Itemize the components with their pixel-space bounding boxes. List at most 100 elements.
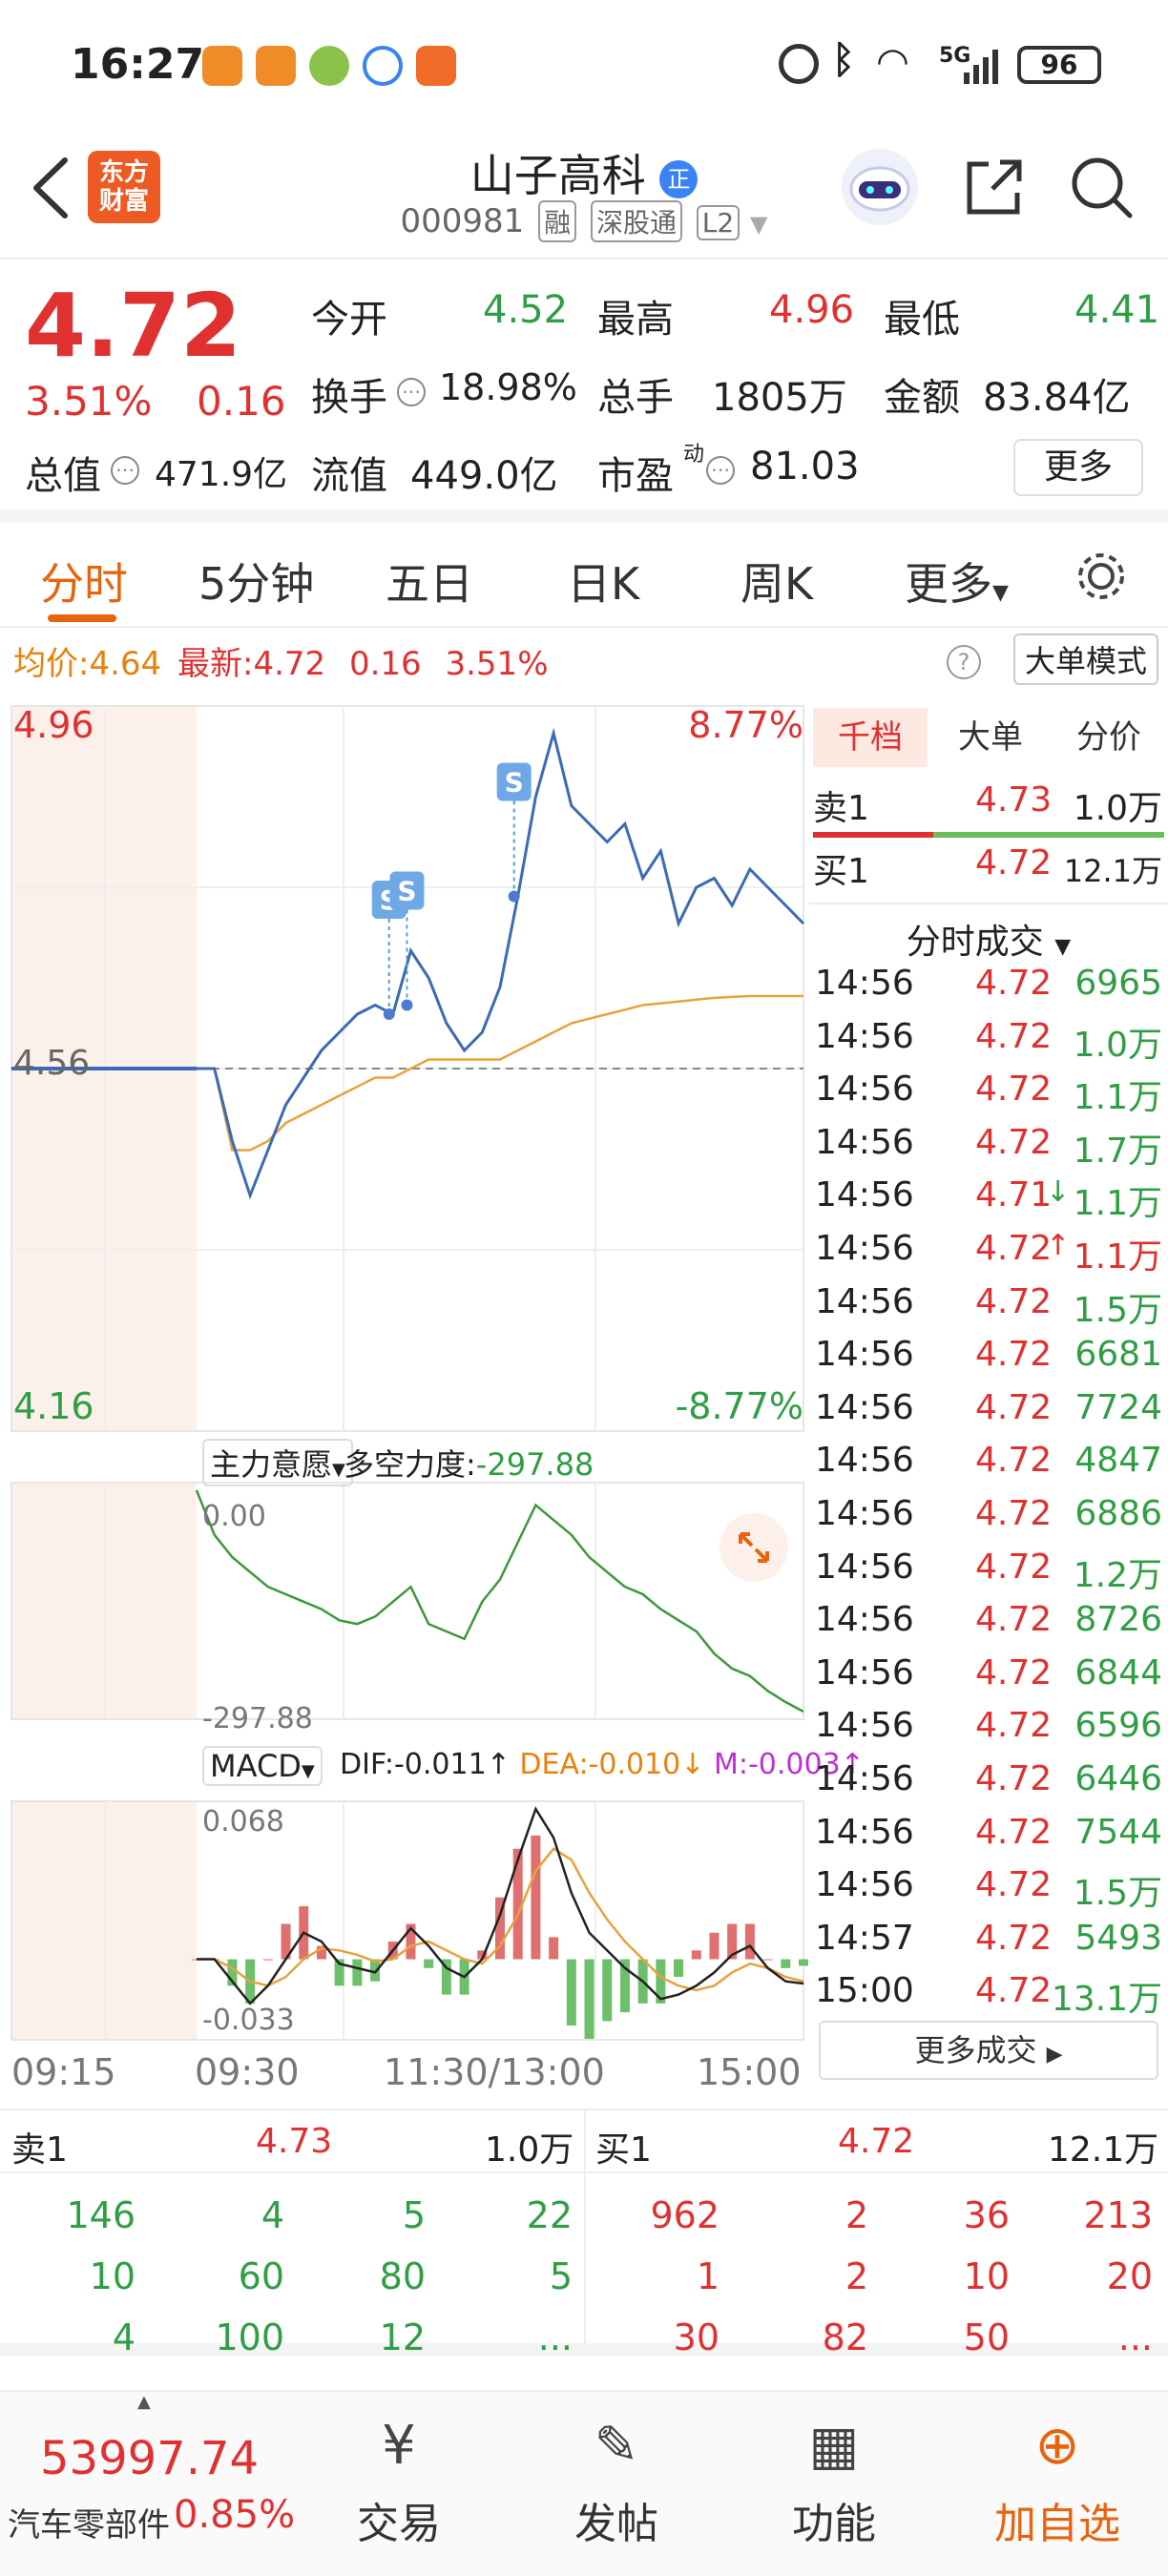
latest-change: 0.16 xyxy=(348,645,422,683)
bid-volume: 12.1万 xyxy=(1063,853,1162,889)
queue-ask-volume: 1.0万 xyxy=(485,2130,574,2170)
latest-pct: 3.51% xyxy=(445,645,549,683)
indicator-selector[interactable]: 主力意愿▼ xyxy=(202,1439,353,1486)
macd-bottom-label: -0.033 xyxy=(202,2004,295,2037)
ind-top-label: 0.00 xyxy=(202,1500,266,1533)
float-cap-value: 449.0亿 xyxy=(410,454,558,498)
index-ticker[interactable]: ▲ 53997.74 汽车零部件 0.85% xyxy=(0,2392,295,2573)
trade-price: 4.72 xyxy=(975,1547,1053,1587)
trade-time: 14:56 xyxy=(815,1441,914,1481)
force-value-row: 多空力度:-297.88 xyxy=(344,1441,594,1485)
ask-queue-cell: 60 xyxy=(238,2255,284,2297)
bid-queue-cell: 50 xyxy=(963,2316,1010,2358)
nav-add-label: 加自选 xyxy=(994,2500,1120,2548)
trade-price: 4.72 xyxy=(975,1016,1053,1056)
bid-ratio-bar xyxy=(933,832,1164,838)
chevron-down-icon[interactable]: ▼ xyxy=(750,211,767,238)
arrow-up-icon: ↑ xyxy=(486,1748,511,1781)
trade-volume: 1.2万 xyxy=(1073,1555,1162,1595)
tab-more[interactable]: 更多▼ xyxy=(905,550,1009,613)
open-value: 4.52 xyxy=(483,288,569,332)
help-icon[interactable]: ? xyxy=(947,645,981,679)
grid-icon: ▦ xyxy=(808,2415,860,2477)
pe-superscript: 动 xyxy=(683,443,705,467)
trade-time: 14:56 xyxy=(815,1335,914,1375)
trade-volume: 7544 xyxy=(1074,1812,1162,1852)
turnover-label: 换手 xyxy=(311,376,387,420)
nav-trade[interactable]: ¥ 交易 xyxy=(313,2411,485,2550)
info-icon[interactable]: ⋯ xyxy=(111,456,139,485)
tab-level-1000[interactable]: 千档 xyxy=(813,708,928,767)
margin-tag: 融 xyxy=(538,200,577,242)
trade-volume: 8726 xyxy=(1074,1600,1162,1640)
trade-price: 4.72 xyxy=(975,1600,1053,1640)
trade-row: 14:56 4.72 7724 xyxy=(809,1388,1168,1442)
trade-price: 4.71 xyxy=(975,1175,1053,1215)
ask-queue-cell: 22 xyxy=(526,2194,573,2236)
ask-queue-cell: 5 xyxy=(402,2194,426,2236)
bid-queue-cell: 30 xyxy=(673,2316,720,2358)
y-mid-label: 4.56 xyxy=(13,1044,91,1083)
trade-time: 14:56 xyxy=(815,1175,914,1215)
trade-volume: 6965 xyxy=(1074,964,1162,1003)
macd-bar xyxy=(762,1959,773,1961)
tab-price-dist[interactable]: 分价 xyxy=(1052,708,1166,767)
ask-ratio-bar xyxy=(813,832,933,838)
info-icon[interactable]: ⋯ xyxy=(397,378,426,406)
alarm-icon xyxy=(779,44,819,84)
settings-gear-icon[interactable] xyxy=(1073,548,1130,605)
macd-bar xyxy=(781,1959,791,1968)
share-icon[interactable] xyxy=(960,153,1029,221)
bid-queue-cell: 2 xyxy=(845,2255,868,2297)
nav-post-label: 发帖 xyxy=(574,2500,658,2548)
x-tick-label: 09:15 xyxy=(11,2051,116,2093)
nav-post[interactable]: ✎ 发帖 xyxy=(531,2411,702,2550)
trade-price: 4.72 xyxy=(975,1971,1053,2011)
total-cap-label: 总值 xyxy=(25,454,101,498)
trade-time: 14:57 xyxy=(815,1918,914,1958)
macd-bar xyxy=(744,1923,755,1960)
tab-daily-k[interactable]: 日K xyxy=(567,550,639,613)
tab-big-orders[interactable]: 大单 xyxy=(933,708,1048,767)
tab-weekly-k[interactable]: 周K xyxy=(740,550,813,613)
more-info-button[interactable]: 更多 xyxy=(1013,439,1143,496)
bid-queue-cell: 36 xyxy=(963,2194,1010,2236)
nav-functions[interactable]: ▦ 功能 xyxy=(748,2411,920,2550)
more-trades-button[interactable]: 更多成交 ▶ xyxy=(819,2021,1158,2080)
trades-title[interactable]: 分时成交 ▼ xyxy=(809,914,1168,964)
tab-intraday[interactable]: 分时 xyxy=(40,550,128,613)
bid-queue-cell: 82 xyxy=(822,2316,868,2358)
tab-5day[interactable]: 五日 xyxy=(386,550,473,613)
bid-label: 买1 xyxy=(813,852,869,891)
trade-price: 4.72 xyxy=(975,1229,1053,1268)
bid-row: 买1 4.72 12.1万 xyxy=(809,843,1168,897)
intraday-chart[interactable]: SSS 4.96 4.56 4.16 8.77% -8.77% 主力意愿▼ 多空… xyxy=(0,687,865,2099)
intraday-info-text: 均价:4.64 最新:4.72 0.16 3.51% xyxy=(13,637,549,684)
trade-volume: 5493 xyxy=(1074,1918,1162,1958)
trade-direction: ↑ xyxy=(1046,1229,1071,1262)
trade-price: 4.72 xyxy=(975,1865,1053,1905)
expand-icon[interactable] xyxy=(720,1513,788,1582)
tab-5min[interactable]: 5分钟 xyxy=(198,550,314,613)
trade-row: 14:56 4.72 ↑ 1.1万 xyxy=(809,1229,1168,1282)
info-icon[interactable]: ⋯ xyxy=(706,456,735,485)
volume-label: 总手 xyxy=(597,376,674,420)
search-icon[interactable] xyxy=(1067,153,1136,221)
big-order-mode-button[interactable]: 大单模式 xyxy=(1012,634,1158,685)
change-amount: 0.16 xyxy=(197,378,286,425)
ask-queue-cell: 4 xyxy=(261,2194,284,2236)
macd-bar xyxy=(799,1959,808,1966)
bid-queue-cell: 20 xyxy=(1106,2255,1153,2297)
trade-time: 14:56 xyxy=(815,964,914,1003)
queue-bid-volume: 12.1万 xyxy=(1048,2130,1159,2170)
queue-ask-price: 4.73 xyxy=(256,2122,333,2161)
assistant-avatar[interactable] xyxy=(842,149,918,225)
macd-selector[interactable]: MACD▼ xyxy=(202,1746,323,1786)
trade-row: 15:00 4.72 13.1万 xyxy=(809,1971,1168,2025)
trade-volume: 6844 xyxy=(1074,1652,1162,1693)
open-label: 今开 xyxy=(311,298,387,342)
nav-add-watchlist[interactable]: ⊕ 加自选 xyxy=(971,2411,1143,2550)
indicator-label: 主力意愿 xyxy=(210,1446,333,1483)
trade-row: 14:56 4.72 6596 xyxy=(809,1706,1168,1759)
nav-functions-label: 功能 xyxy=(792,2500,876,2548)
